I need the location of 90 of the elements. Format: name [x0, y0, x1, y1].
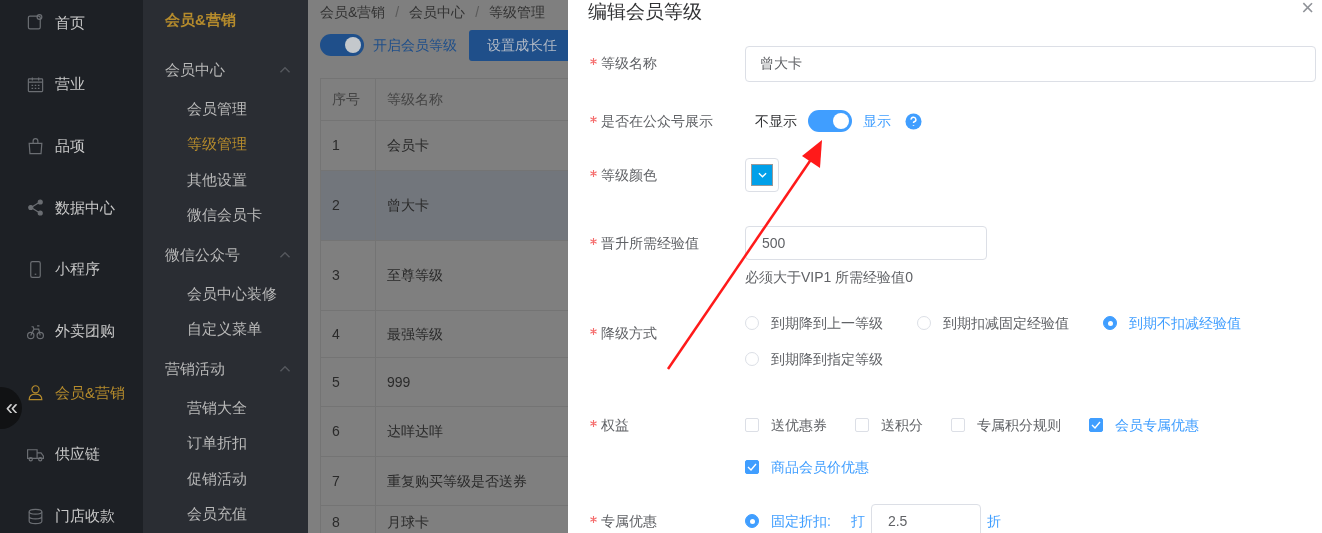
table-cell: 1 — [321, 121, 376, 170]
table-cell: 7 — [321, 457, 376, 505]
switch-label: 开启会员等级 — [373, 35, 457, 55]
table-cell: 3 — [321, 241, 376, 310]
option-label: 到期降到指定等级 — [771, 350, 883, 369]
option-label: 专属积分规则 — [977, 416, 1061, 435]
submenu-item[interactable]: 微信会员卡 — [165, 197, 292, 233]
table-cell-text: 月球卡 — [386, 513, 430, 532]
breadcrumb-separator: / — [475, 3, 480, 22]
collapse-button[interactable]: « — [0, 387, 22, 429]
table-cell-text: 999 — [386, 372, 412, 392]
sidebar-item[interactable]: 门店收款 — [22, 485, 143, 533]
group-label: 营销活动 — [165, 358, 225, 379]
sidebar-label: 首页 — [55, 12, 85, 33]
submenu-item[interactable]: 等级管理 — [165, 126, 292, 162]
checkbox-option[interactable]: 送积分 — [855, 415, 923, 435]
sidebar-item[interactable]: 首页 — [22, 0, 143, 54]
option-label: 到期扣减固定经验值 — [943, 314, 1069, 333]
submenu-item[interactable]: 营销大全 — [165, 390, 292, 426]
radio-option[interactable]: 到期降到上一等级 — [745, 313, 883, 333]
table-cell-text: 最强等级 — [386, 324, 444, 344]
table-cell-text: 重复购买等级是否送券 — [386, 471, 528, 491]
sidebar-label: 外卖团购 — [55, 321, 115, 342]
sidebar-item[interactable]: 供应链 — [22, 423, 143, 486]
sidebar-label: 品项 — [55, 135, 85, 156]
submenu-item[interactable]: 促销活动 — [165, 461, 292, 497]
table-cell-text: 至尊等级 — [386, 266, 444, 285]
option-label: 固定折扣: — [771, 511, 831, 531]
field-label: 权益 — [601, 416, 629, 435]
group-label: 会员中心 — [165, 59, 225, 80]
prefix-label: 打 — [850, 511, 865, 531]
table-cell: 4 — [321, 311, 376, 357]
off-label: 不显示 — [755, 111, 797, 131]
table-cell: 6 — [321, 407, 376, 456]
sidebar-item[interactable]: 营业 — [22, 53, 143, 116]
growth-task-button[interactable]: 设置成长任 — [469, 29, 568, 61]
submenu-group[interactable]: 微信公众号 — [165, 245, 292, 265]
number-input[interactable]: 500 — [745, 226, 987, 260]
submenu-item[interactable]: 订单折扣 — [165, 425, 292, 461]
sidebar-label: 供应链 — [55, 444, 100, 465]
sidebar-item[interactable]: 会员&营销 — [22, 362, 143, 424]
checkbox-option[interactable]: 送优惠券 — [745, 415, 827, 435]
table-cell: 5 — [321, 358, 376, 406]
option-label: 送优惠券 — [771, 416, 827, 435]
discount-input[interactable]: 2.5 — [870, 504, 981, 533]
hint-text: 必须大于VIP1 所需经验值0 — [745, 268, 915, 287]
drawer-title: 编辑会员等级 — [588, 0, 702, 24]
suffix-label: 折 — [986, 511, 1001, 531]
submenu-item[interactable]: 其他设置 — [165, 162, 292, 198]
checkbox-option[interactable]: 专属积分规则 — [951, 415, 1061, 435]
sidebar-item[interactable]: 品项 — [22, 115, 143, 178]
submenu-title: 会员&营销 — [165, 9, 237, 30]
submenu-group[interactable]: 会员中心 — [165, 60, 292, 80]
option-label: 到期降到上一等级 — [771, 314, 883, 333]
submenu-item[interactable]: 自定义菜单 — [165, 311, 292, 347]
table-cell-text: 达咩达咩 — [386, 422, 444, 441]
field-label: 晋升所需经验值 — [601, 234, 699, 253]
table-cell: 2 — [321, 171, 376, 240]
column-header: 序号 — [321, 79, 376, 120]
table-cell: 8 — [321, 506, 376, 533]
field-label: 专属优惠 — [601, 512, 657, 531]
option-label: 会员专属优惠 — [1115, 416, 1199, 435]
radio-option[interactable]: 到期降到指定等级 — [745, 349, 883, 369]
group-label: 微信公众号 — [165, 244, 240, 265]
sidebar-item[interactable]: 外卖团购 — [22, 300, 143, 363]
option-label: 送积分 — [881, 416, 923, 435]
table-cell-text: 曾大卡 — [386, 196, 430, 215]
on-label: 显示 — [863, 111, 891, 131]
submenu-group[interactable]: 营销活动 — [165, 359, 292, 379]
sidebar-label: 门店收款 — [55, 506, 115, 527]
radio-option[interactable]: 到期扣减固定经验值 — [917, 313, 1069, 333]
field-label: 是否在公众号展示 — [601, 112, 713, 131]
field-label: 等级名称 — [601, 54, 657, 73]
option-label: 到期不扣减经验值 — [1129, 314, 1241, 333]
breadcrumb-separator: / — [395, 3, 400, 22]
sidebar-label: 小程序 — [55, 259, 100, 280]
sidebar-label: 数据中心 — [55, 197, 115, 218]
submenu-item[interactable]: 会员充值 — [165, 496, 292, 532]
column-header: 等级名称 — [386, 90, 444, 109]
sidebar-item[interactable]: 小程序 — [22, 238, 143, 301]
field-label: 降级方式 — [601, 324, 657, 343]
submenu-item[interactable]: 会员管理 — [165, 91, 292, 127]
sidebar-label: 营业 — [55, 74, 85, 95]
submenu-item[interactable]: 会员中心装修 — [165, 276, 292, 312]
table-cell-text: 会员卡 — [386, 136, 430, 155]
sidebar-item[interactable]: 数据中心 — [22, 177, 143, 239]
option-label: 商品会员价优惠 — [771, 458, 869, 477]
sidebar-label: 会员&营销 — [55, 382, 125, 403]
field-label: 等级颜色 — [601, 166, 657, 185]
text-input[interactable]: 曾大卡 — [745, 46, 1316, 82]
